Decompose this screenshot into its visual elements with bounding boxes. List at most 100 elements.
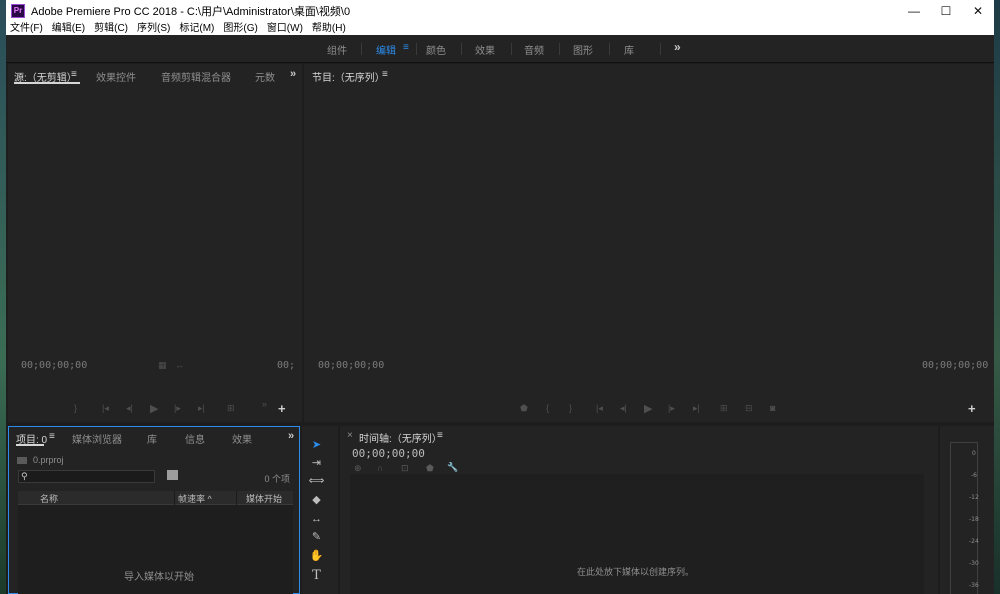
tab-media-browser[interactable]: 媒体浏览器 — [72, 431, 122, 446]
menu-clip[interactable]: 剪辑(C) — [94, 22, 128, 35]
program-title[interactable]: 节目:（无序列） — [312, 69, 385, 84]
minimize-button[interactable]: — — [898, 0, 930, 22]
menu-edit[interactable]: 编辑(E) — [52, 22, 85, 35]
export-frame-icon[interactable]: ◙ — [770, 403, 775, 413]
step-forward-icon[interactable]: |▸ — [174, 403, 181, 414]
column-media-start[interactable]: 媒体开始 — [246, 492, 282, 505]
project-search-input[interactable]: ⚲ — [18, 470, 155, 483]
program-add-button[interactable]: + — [968, 401, 976, 416]
nest-icon[interactable]: ⊕ — [354, 463, 362, 474]
program-menu-icon[interactable]: ≡ — [382, 69, 388, 80]
tab-metadata[interactable]: 元数 — [255, 69, 275, 84]
menu-help[interactable]: 帮助(H) — [312, 22, 346, 35]
workspace-separator — [511, 43, 512, 55]
timeline-title[interactable]: 时间轴:（无序列） — [359, 430, 442, 445]
step-back-icon[interactable]: ◂| — [620, 403, 627, 414]
maximize-button[interactable]: ☐ — [930, 0, 962, 22]
extract-icon[interactable]: ⊟ — [745, 403, 753, 414]
slip-tool-icon[interactable]: ↔ — [308, 511, 325, 528]
source-settings-icon[interactable]: ▦ — [158, 360, 167, 371]
snap-icon[interactable]: ∩ — [377, 463, 383, 473]
project-file: 0.prproj — [17, 455, 64, 465]
active-tab-underline — [14, 82, 80, 84]
workspace-separator — [361, 43, 362, 55]
lift-icon[interactable]: ⊞ — [720, 403, 728, 414]
project-column-header: 名称 帧速率 ^ 媒体开始 — [18, 491, 293, 505]
column-separator[interactable] — [236, 491, 237, 505]
source-panel-menu-icon[interactable]: ≡ — [71, 69, 77, 80]
workspace-tab-effects[interactable]: 效果 — [475, 42, 495, 57]
project-menu-icon[interactable]: ≡ — [49, 431, 55, 442]
tab-effects[interactable]: 效果 — [232, 431, 252, 446]
ripple-edit-tool-icon[interactable]: ⟺ — [308, 473, 325, 490]
menu-graphics[interactable]: 图形(G) — [223, 22, 257, 35]
program-timecode[interactable]: 00;00;00;00 — [318, 360, 384, 371]
source-more-icon[interactable]: » — [290, 68, 296, 80]
wrench-icon[interactable]: 🔧 — [447, 462, 458, 473]
source-timecode[interactable]: 00;00;00;00 — [21, 360, 87, 371]
hand-tool-icon[interactable]: ✋ — [308, 548, 325, 565]
timeline-close-icon[interactable]: × — [347, 430, 353, 441]
column-frame-rate[interactable]: 帧速率 ^ — [178, 492, 212, 505]
window-title: Adobe Premiere Pro CC 2018 - C:\用户\Admin… — [31, 6, 351, 18]
audio-meter-panel: 0 -6 -12 -18 -24 -30 -36 — [940, 426, 994, 594]
timeline-timecode[interactable]: 00;00;00;00 — [352, 447, 425, 460]
play-icon[interactable]: ▶ — [644, 402, 652, 415]
workspace-more-icon[interactable]: » — [674, 40, 681, 54]
razor-tool-icon[interactable]: ◆ — [308, 492, 325, 509]
step-forward-icon[interactable]: |▸ — [668, 403, 675, 414]
insert-icon[interactable]: ⊞ — [227, 403, 235, 414]
source-add-button[interactable]: + — [278, 401, 286, 416]
go-to-in-icon[interactable]: |◂ — [596, 403, 603, 414]
mark-out-icon[interactable]: } — [569, 403, 572, 413]
tab-libraries[interactable]: 库 — [147, 431, 157, 446]
new-search-bin-icon[interactable] — [167, 470, 178, 480]
type-tool-icon[interactable]: T — [308, 567, 325, 584]
desktop-background-right — [994, 0, 1000, 594]
source-fit-icon[interactable]: ↔ — [175, 360, 184, 370]
play-icon[interactable]: ▶ — [150, 402, 158, 415]
workspace-tab-graphics[interactable]: 图形 — [573, 42, 593, 57]
track-select-tool-icon[interactable]: ⇥ — [308, 455, 325, 472]
tab-info[interactable]: 信息 — [185, 431, 205, 446]
project-drop-area[interactable]: 导入媒体以开始 — [18, 505, 293, 594]
timeline-drop-area[interactable]: 在此处放下媒体以创建序列。 — [350, 474, 924, 594]
button-editor-more-icon[interactable]: » — [262, 399, 267, 409]
add-marker-icon[interactable]: ⬟ — [426, 463, 434, 474]
step-back-icon[interactable]: ◂| — [126, 403, 133, 414]
pen-tool-icon[interactable]: ✎ — [308, 529, 325, 546]
mark-out-icon[interactable]: } — [74, 403, 77, 413]
tab-audio-clip-mixer[interactable]: 音频剪辑混合器 — [161, 69, 231, 84]
column-separator[interactable] — [174, 491, 175, 505]
workspace-tab-editing[interactable]: 编辑 — [376, 42, 396, 57]
workspace-tab-audio[interactable]: 音频 — [524, 42, 544, 57]
menu-markers[interactable]: 标记(M) — [179, 22, 214, 35]
menu-file[interactable]: 文件(F) — [10, 22, 43, 35]
column-name[interactable]: 名称 — [40, 492, 58, 505]
menu-window[interactable]: 窗口(W) — [267, 22, 303, 35]
project-more-icon[interactable]: » — [288, 430, 294, 442]
workspace-tab-libraries[interactable]: 库 — [624, 42, 634, 57]
go-to-out-icon[interactable]: ▸| — [198, 403, 205, 414]
project-file-name: 0.prproj — [33, 455, 64, 465]
close-button[interactable]: ✕ — [962, 0, 994, 22]
workspace-separator — [416, 43, 417, 55]
menu-sequence[interactable]: 序列(S) — [137, 22, 170, 35]
window-controls: — ☐ ✕ — [898, 0, 994, 22]
mark-in-icon[interactable]: { — [546, 403, 549, 413]
meter-label: -24 — [969, 538, 979, 545]
workspace-menu-icon[interactable]: ≡ — [403, 42, 409, 53]
add-marker-icon[interactable]: ⬟ — [520, 403, 528, 414]
go-to-out-icon[interactable]: ▸| — [693, 403, 700, 414]
meter-label: -12 — [969, 494, 979, 501]
tab-effect-controls[interactable]: 效果控件 — [96, 69, 136, 84]
workspace-tab-color[interactable]: 颜色 — [426, 42, 446, 57]
audio-meter: 0 -6 -12 -18 -24 -30 -36 — [950, 442, 979, 594]
app-window: Pr Adobe Premiere Pro CC 2018 - C:\用户\Ad… — [6, 0, 994, 594]
linked-selection-icon[interactable]: ⊡ — [401, 463, 409, 474]
workspace-tab-assembly[interactable]: 组件 — [327, 42, 347, 57]
selection-tool-icon[interactable]: ➤ — [308, 437, 325, 454]
timeline-menu-icon[interactable]: ≡ — [437, 430, 443, 441]
meter-label: -18 — [969, 516, 979, 523]
go-to-in-icon[interactable]: |◂ — [102, 403, 109, 414]
